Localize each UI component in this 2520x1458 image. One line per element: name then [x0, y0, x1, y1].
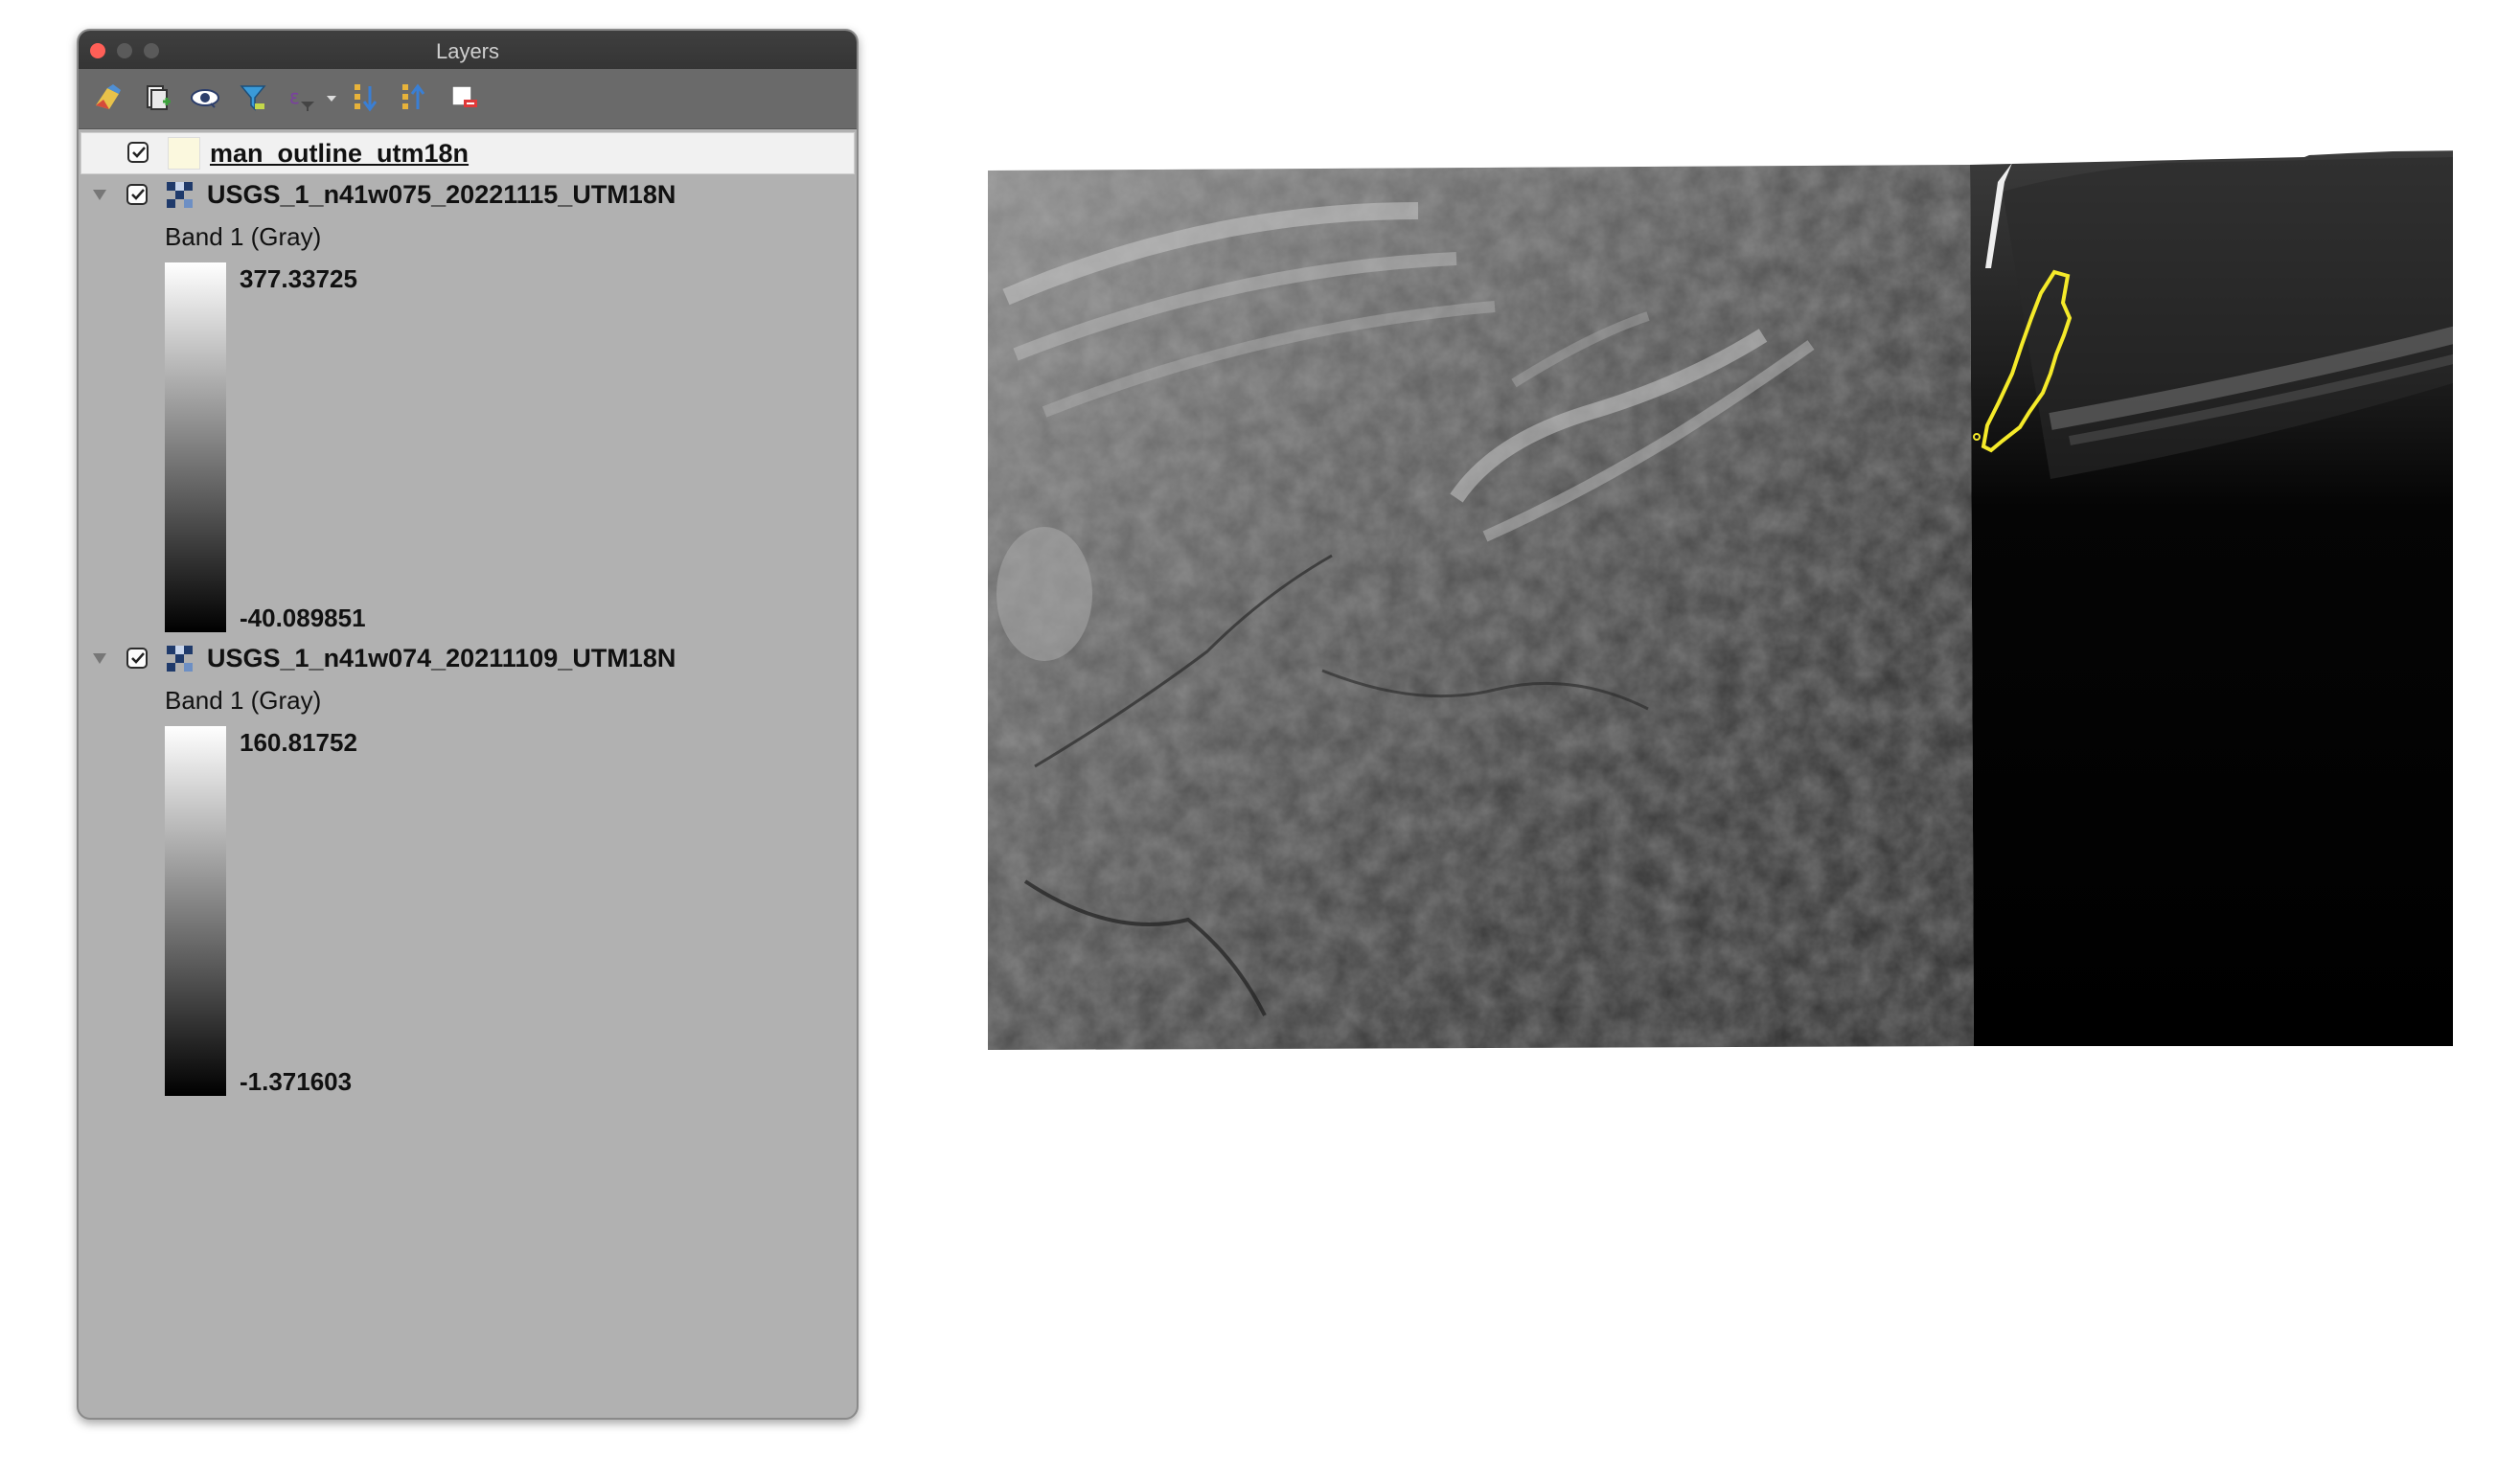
expand-toggle[interactable] [93, 653, 106, 664]
layers-toolbar: ε [79, 69, 857, 129]
raster-layer-icon [167, 646, 193, 672]
ramp-min-value: -40.089851 [240, 604, 366, 632]
layer-name: man_outline_utm18n [210, 139, 470, 168]
filter-by-expression-icon[interactable]: ε [284, 80, 318, 115]
layer-tree: man_outline_utm18n USGS_1_n41w075_202211… [79, 130, 857, 1418]
raster-tile-east [1970, 150, 2453, 1046]
manage-visibility-icon[interactable] [188, 80, 222, 115]
window-title: Layers [435, 39, 500, 63]
color-ramp [165, 262, 226, 632]
expand-toggle[interactable] [93, 190, 106, 200]
raster-tile-west [988, 165, 1974, 1050]
layers-panel: Layers ε man_outline_utm18n USGS_1_n41w0… [77, 29, 859, 1420]
map-canvas[interactable] [920, 96, 2453, 1111]
layer-visibility-checkbox[interactable] [126, 184, 148, 205]
ramp-min-value: -1.371603 [240, 1067, 353, 1096]
title-bar[interactable]: Layers [79, 31, 857, 70]
raster-layer-icon [167, 182, 193, 208]
layer-name[interactable]: USGS_1_n41w074_20211109_UTM18N [207, 644, 676, 673]
layer-row-man-outline[interactable]: man_outline_utm18n [80, 132, 855, 174]
open-layer-styling-icon[interactable] [90, 80, 125, 115]
layer-visibility-checkbox[interactable] [126, 648, 148, 669]
remove-layer-icon[interactable] [447, 80, 481, 115]
svg-text:ε: ε [289, 85, 300, 108]
ramp-max-value: 160.81752 [240, 728, 357, 757]
add-group-icon[interactable] [140, 80, 174, 115]
band-label: Band 1 (Gray) [165, 222, 322, 251]
color-ramp [165, 726, 226, 1096]
chevron-down-icon[interactable] [314, 80, 336, 115]
layer-name[interactable]: USGS_1_n41w075_20221115_UTM18N [207, 180, 676, 210]
layer-visibility-checkbox[interactable] [127, 142, 149, 163]
collapse-all-icon[interactable] [397, 80, 431, 115]
ramp-max-value: 377.33725 [240, 264, 357, 293]
band-label: Band 1 (Gray) [165, 686, 322, 715]
filter-legend-icon[interactable] [236, 80, 270, 115]
vector-symbol-swatch [168, 137, 200, 170]
expand-all-icon[interactable] [349, 80, 383, 115]
